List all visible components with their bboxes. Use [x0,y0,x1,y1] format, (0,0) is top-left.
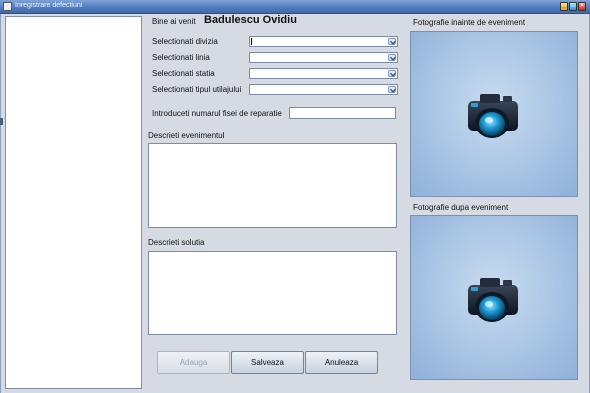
title-bar: Inregistrare defectiuni _ □ × [0,0,590,14]
divizia-label: Selectionati divizia [152,37,218,46]
photo-before[interactable] [410,31,578,197]
utilaj-label: Selectionati tipul utilajului [152,85,242,94]
photo-after-label: Fotografie dupa eveniment [413,203,509,212]
chevron-down-icon[interactable] [388,70,396,77]
app-icon [3,2,12,11]
photo-before-label: Fotografie inainte de eveniment [413,18,526,27]
eveniment-textarea[interactable] [148,143,397,228]
statia-label: Selectionati statia [152,69,215,78]
linia-label: Selectionati linia [152,53,210,62]
utilaj-select[interactable] [249,84,398,95]
close-button[interactable]: × [578,2,586,11]
maximize-button[interactable]: □ [569,2,577,11]
chevron-down-icon[interactable] [388,54,396,61]
cancel-button[interactable]: Anuleaza [305,351,378,374]
minimize-button[interactable]: _ [560,2,568,11]
eveniment-label: Descrieti evenimentul [148,131,225,140]
window-title: Inregistrare defectiuni [15,2,83,9]
chevron-down-icon[interactable] [388,86,396,93]
text-caret [251,38,252,45]
divizia-select[interactable] [249,36,398,47]
linia-select[interactable] [249,52,398,63]
fisa-input[interactable] [289,107,396,119]
camera-icon [468,94,518,138]
welcome-label: Bine ai venit [152,17,196,26]
save-button[interactable]: Salveaza [231,351,304,374]
defect-list[interactable] [5,16,142,389]
solutia-textarea[interactable] [148,251,397,335]
user-name: Badulescu Ovidiu [204,14,297,26]
camera-icon [468,277,518,322]
photo-after[interactable] [410,215,578,380]
add-button[interactable]: Adauga [157,351,230,374]
resize-handle[interactable] [0,118,3,125]
fisa-label: Introduceti numarul fisei de reparatie [152,109,282,118]
chevron-down-icon[interactable] [388,38,396,45]
solutia-label: Descrieti solutia [148,238,205,247]
statia-select[interactable] [249,68,398,79]
